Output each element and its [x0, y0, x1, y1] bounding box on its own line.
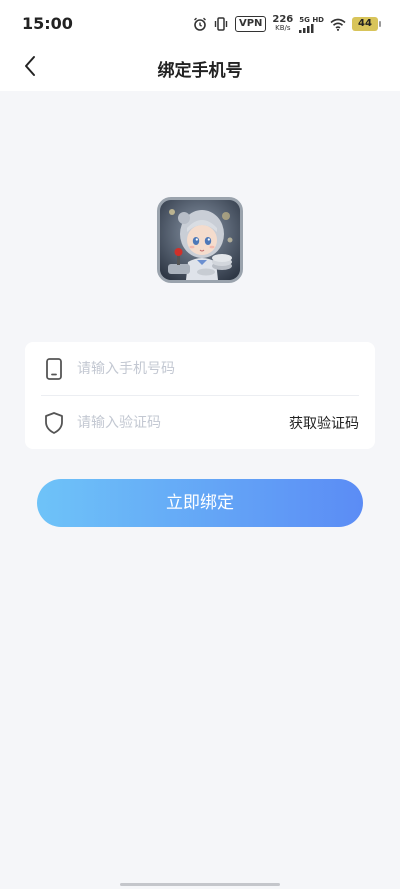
shield-icon	[45, 412, 63, 434]
code-row: 获取验证码	[25, 396, 375, 449]
verification-code-input[interactable]	[77, 412, 277, 434]
status-icons: VPN 226 KB/s 5G HD 44	[193, 13, 381, 35]
logo-illustration	[160, 200, 240, 280]
app-logo	[157, 197, 243, 283]
status-time: 15:00	[22, 14, 73, 33]
speed-unit: KB/s	[275, 24, 291, 32]
speed-value: 226	[272, 14, 294, 25]
nav-bar: 绑定手机号	[0, 48, 400, 91]
alarm-icon	[193, 17, 206, 31]
signal-icon	[299, 23, 314, 33]
vibrate-icon	[214, 17, 228, 31]
phone-input[interactable]	[77, 358, 277, 380]
phone-icon	[46, 358, 62, 380]
get-code-button[interactable]: 获取验证码	[289, 413, 359, 433]
cell-signal: 5G HD	[299, 16, 324, 33]
status-bar: 15:00 VPN 226 KB/s 5G HD 44	[0, 0, 400, 48]
home-indicator	[120, 883, 280, 886]
page-title: 绑定手机号	[157, 61, 243, 81]
wifi-icon	[330, 18, 346, 31]
battery-icon: 44	[352, 17, 381, 31]
phone-row	[25, 342, 375, 395]
bind-now-button[interactable]: 立即绑定	[37, 479, 363, 527]
network-type: 5G HD	[299, 15, 324, 24]
vpn-badge: VPN	[234, 16, 267, 32]
bind-form-card: 获取验证码	[25, 342, 375, 449]
network-speed: 226 KB/s	[272, 15, 293, 33]
